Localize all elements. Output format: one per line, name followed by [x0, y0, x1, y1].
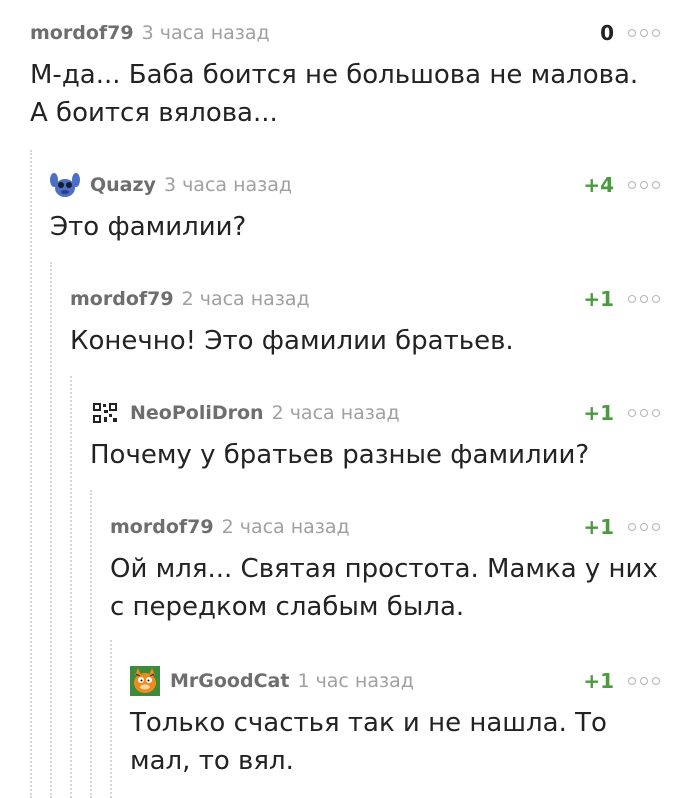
- comment-time[interactable]: 2 часа назад: [222, 516, 350, 538]
- comment: MrGoodCat 1 час назад +1 Только счастья …: [130, 666, 660, 780]
- comment-author[interactable]: MrGoodCat: [170, 670, 289, 692]
- comment-author[interactable]: mordof79: [70, 288, 174, 310]
- comment-text: Только счастья так и не нашла. То мал, т…: [130, 708, 607, 776]
- more-options-icon[interactable]: [628, 523, 660, 531]
- comment-header: Quazy 3 часа назад +4: [50, 170, 660, 200]
- comment-rating: +1: [583, 515, 614, 539]
- comment-time[interactable]: 2 часа назад: [182, 288, 310, 310]
- comment-rating: 0: [600, 21, 614, 45]
- comment-author[interactable]: NeoPoliDron: [130, 402, 264, 424]
- thread-line: [110, 640, 112, 798]
- comment-text: Это фамилии?: [50, 212, 247, 242]
- comment: mordof79 2 часа назад +1 Конечно! Это фа…: [70, 284, 660, 360]
- comment-author[interactable]: Quazy: [90, 174, 156, 196]
- more-options-icon[interactable]: [628, 677, 660, 685]
- qr-code-avatar[interactable]: [90, 398, 120, 428]
- comment-time[interactable]: 3 часа назад: [164, 174, 292, 196]
- stitch-avatar[interactable]: [50, 170, 80, 200]
- comment-text: Почему у братьев разные фамилии?: [90, 440, 590, 470]
- comment: mordof79 3 часа назад 0 М-да... Баба бои…: [30, 18, 660, 132]
- comment-rating: +4: [583, 173, 614, 197]
- garfield-avatar[interactable]: [130, 666, 160, 696]
- comment-time[interactable]: 3 часа назад: [142, 22, 270, 44]
- thread-line: [70, 376, 72, 798]
- thread-line: [30, 150, 32, 798]
- comment-rating: +1: [583, 401, 614, 425]
- more-options-icon[interactable]: [628, 29, 660, 37]
- more-options-icon[interactable]: [628, 181, 660, 189]
- comment-time[interactable]: 2 часа назад: [272, 402, 400, 424]
- more-options-icon[interactable]: [628, 295, 660, 303]
- comment: mordof79 2 часа назад +1 Ой мля... Свята…: [110, 512, 660, 626]
- comment-rating: +1: [583, 287, 614, 311]
- comment: NeoPoliDron 2 часа назад +1 Почему у бра…: [90, 398, 660, 474]
- comment-text: Ой мля... Святая простота. Мамка у них с…: [110, 554, 658, 622]
- comment-author[interactable]: mordof79: [110, 516, 214, 538]
- comment-header: mordof79 3 часа назад 0: [30, 18, 660, 48]
- thread-line: [50, 262, 52, 798]
- comment-header: mordof79 2 часа назад +1: [70, 284, 660, 314]
- comment-header: MrGoodCat 1 час назад +1: [130, 666, 660, 696]
- comment-text: М-да... Баба боится не большова не малов…: [30, 60, 639, 128]
- comment-header: NeoPoliDron 2 часа назад +1: [90, 398, 660, 428]
- comment-rating: +1: [583, 669, 614, 693]
- thread-line: [90, 490, 92, 798]
- more-options-icon[interactable]: [628, 409, 660, 417]
- comment-header: mordof79 2 часа назад +1: [110, 512, 660, 542]
- comment-time[interactable]: 1 час назад: [297, 670, 413, 692]
- comment-text: Конечно! Это фамилии братьев.: [70, 326, 514, 356]
- comment-author[interactable]: mordof79: [30, 22, 134, 44]
- comment: Quazy 3 часа назад +4 Это фамилии?: [50, 170, 660, 246]
